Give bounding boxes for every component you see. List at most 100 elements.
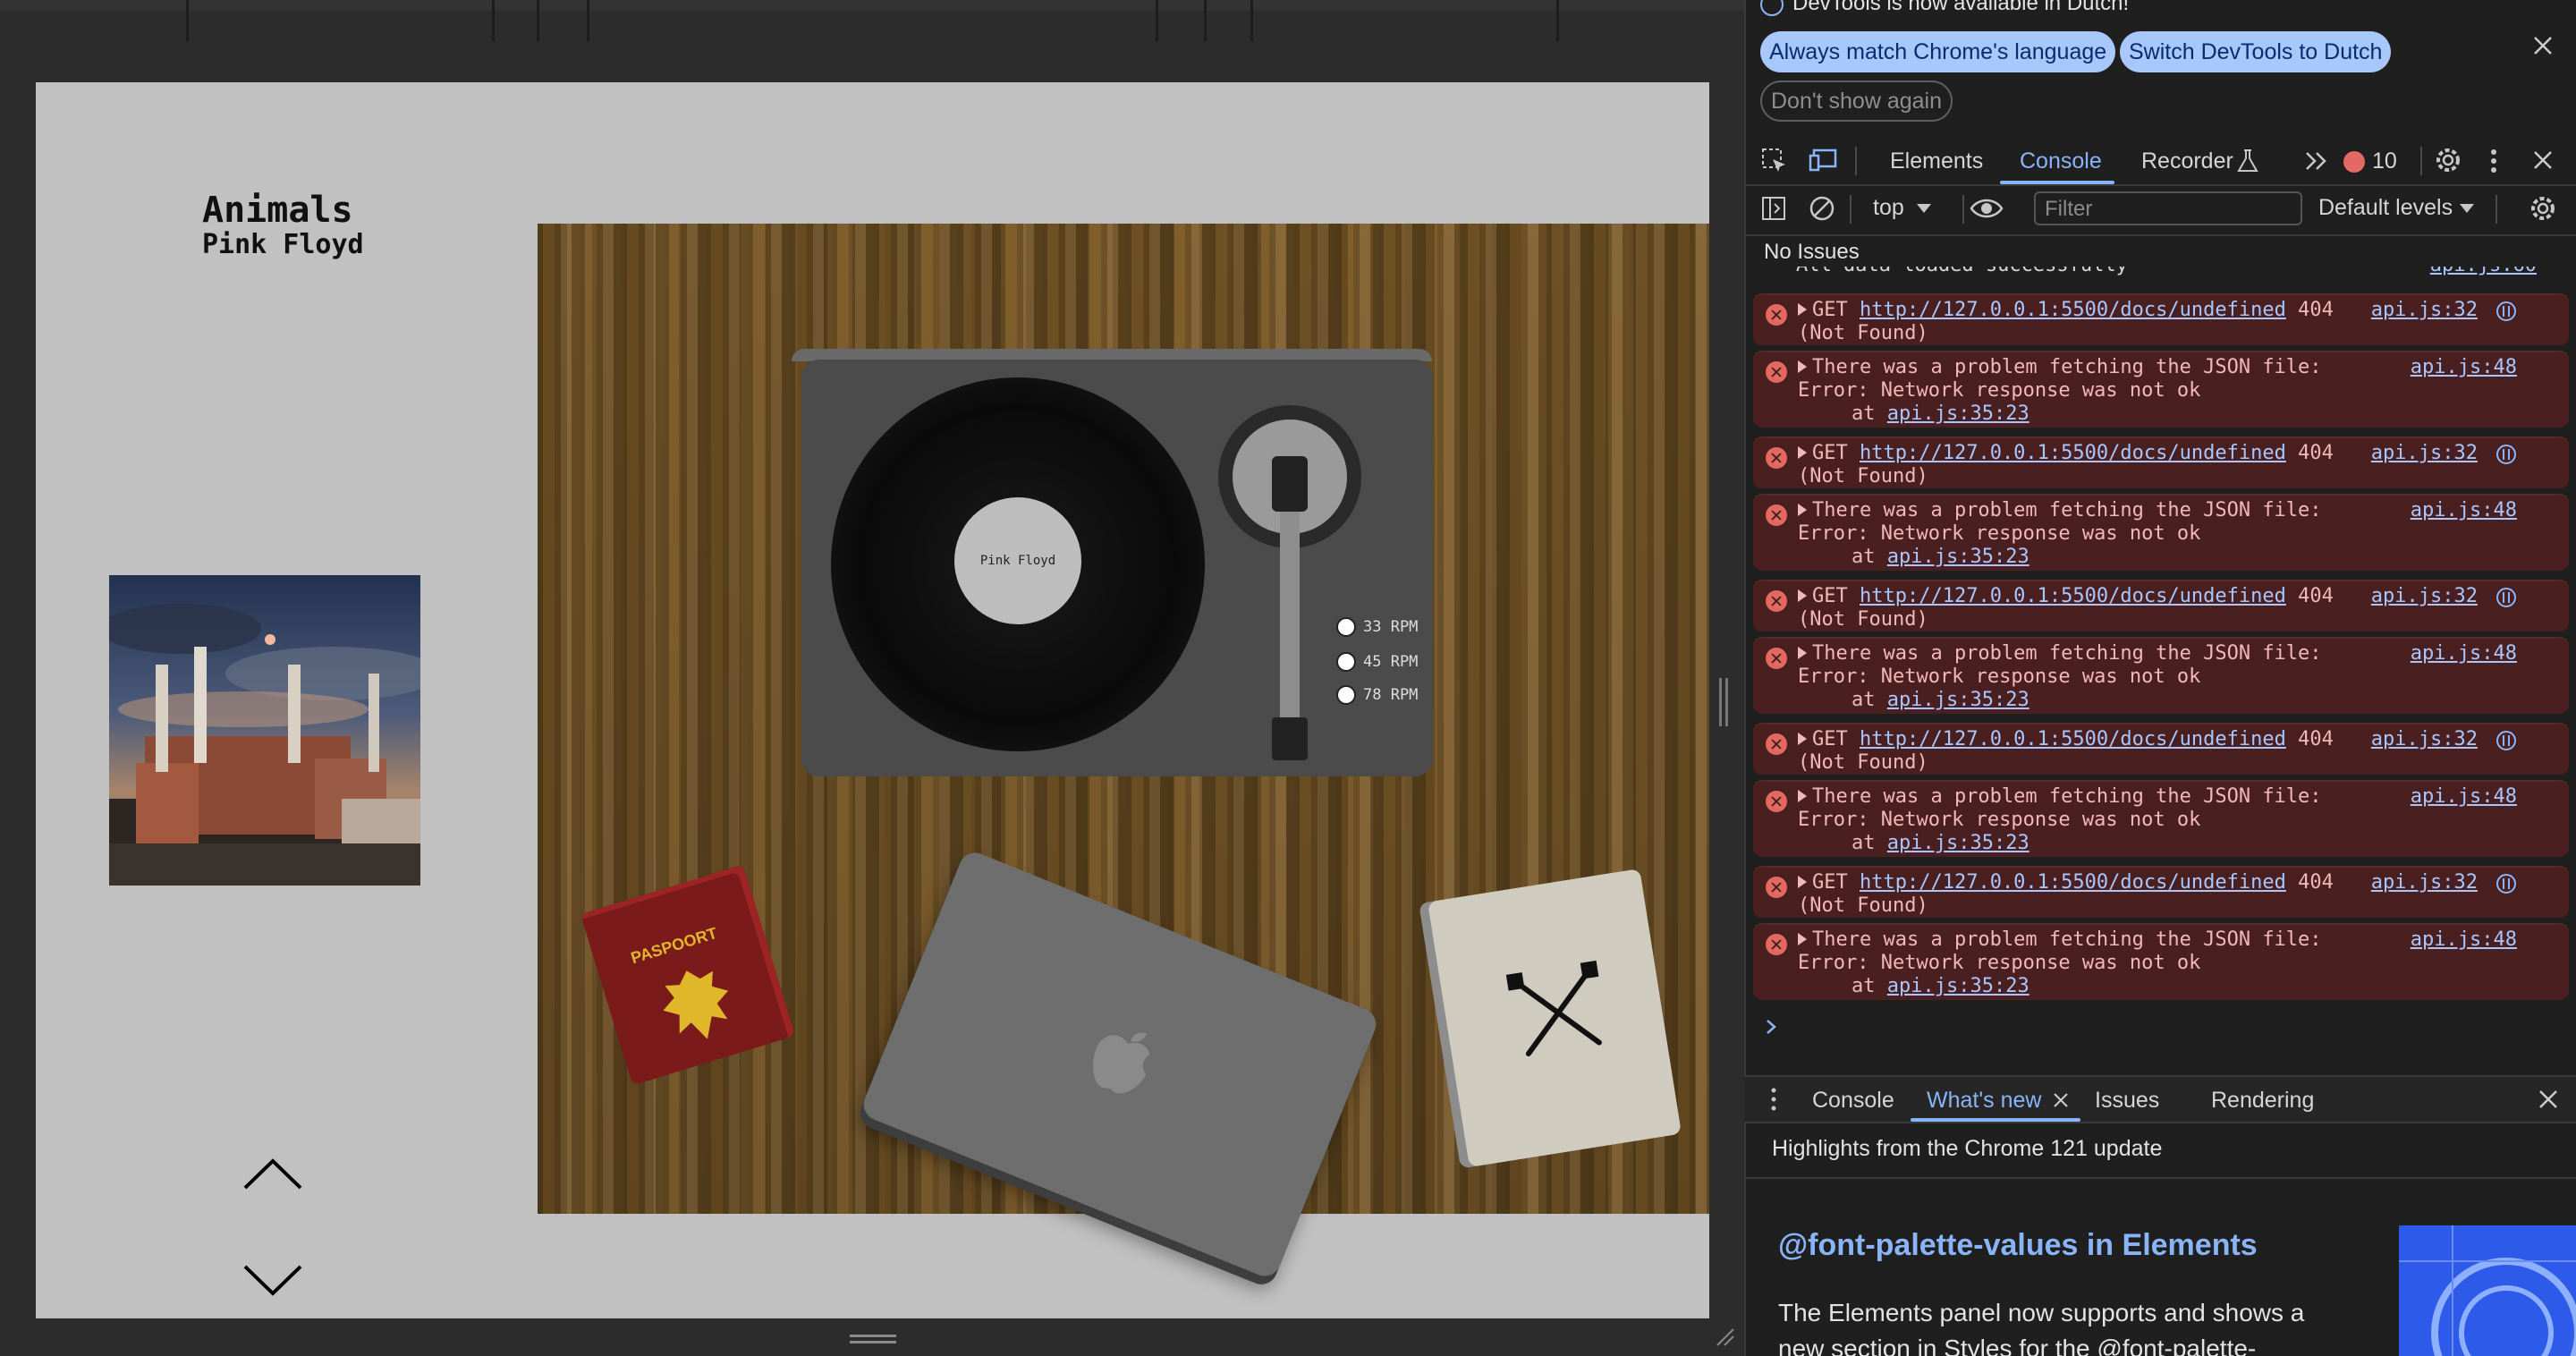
vertical-resize-handle[interactable]	[1717, 678, 1730, 726]
coat-of-arms-icon	[663, 970, 729, 1039]
rpm-option-78[interactable]: 78 RPM	[1336, 685, 1418, 705]
drawer-tab-rendering[interactable]: Rendering	[2211, 1088, 2314, 1114]
chevron-down-icon[interactable]	[242, 1263, 304, 1299]
console-error-fetch[interactable]: There was a problem fetching the JSON fi…	[1753, 494, 2569, 571]
expand-triangle-icon[interactable]	[1798, 876, 1807, 888]
info-icon	[1760, 0, 1784, 16]
expand-triangle-icon[interactable]	[1798, 589, 1807, 602]
crossed-pencils-icon	[1505, 960, 1602, 1057]
console-error-fetch[interactable]: There was a problem fetching the JSON fi…	[1753, 923, 2569, 1000]
drawer-menu-icon[interactable]	[1767, 1086, 1780, 1113]
tonearm[interactable]	[1280, 483, 1300, 742]
whats-new-feature-title[interactable]: @font-palette-values in Elements	[1778, 1228, 2258, 1263]
rpm-option-45[interactable]: 45 RPM	[1336, 652, 1418, 672]
close-banner-icon[interactable]	[2531, 34, 2555, 57]
network-request-icon[interactable]	[2496, 301, 2517, 322]
always-match-language-button[interactable]: Always match Chrome's language	[1760, 31, 2116, 72]
device-toolbar-icon[interactable]	[1809, 147, 1839, 175]
live-expression-eye-icon[interactable]	[1970, 195, 2004, 222]
error-icon	[1766, 791, 1787, 812]
whats-new-feature-image[interactable]	[2399, 1225, 2576, 1356]
expand-triangle-icon[interactable]	[1798, 790, 1807, 802]
expand-triangle-icon[interactable]	[1798, 360, 1807, 373]
record-label: Pink Floyd	[954, 497, 1081, 624]
whats-new-heading: Highlights from the Chrome 121 update	[1772, 1136, 2163, 1161]
chevron-up-icon[interactable]	[242, 1156, 304, 1191]
album-artist: Pink Floyd	[202, 229, 364, 260]
kebab-menu-icon[interactable]	[2483, 147, 2504, 175]
expand-triangle-icon[interactable]	[1798, 733, 1807, 745]
error-icon	[1766, 304, 1787, 326]
console-error-get[interactable]: GET http://127.0.0.1:5500/docs/undefined…	[1753, 723, 2569, 775]
notebook[interactable]	[1428, 869, 1682, 1167]
radio-icon[interactable]	[1336, 617, 1356, 637]
ruler-tick	[587, 0, 589, 41]
error-icon	[1766, 877, 1787, 898]
expand-triangle-icon[interactable]	[1798, 303, 1807, 316]
tab-recorder[interactable]: Recorder	[2141, 148, 2233, 174]
close-devtools-icon[interactable]	[2531, 148, 2555, 172]
rpm-option-33[interactable]: 33 RPM	[1336, 617, 1418, 637]
error-icon	[2343, 150, 2365, 173]
error-count-badge[interactable]: 10	[2343, 148, 2397, 174]
network-request-icon[interactable]	[2496, 873, 2517, 894]
radio-icon[interactable]	[1336, 652, 1356, 672]
error-icon	[1766, 648, 1787, 669]
console-error-fetch[interactable]: There was a problem fetching the JSON fi…	[1753, 780, 2569, 857]
switch-to-dutch-button[interactable]: Switch DevTools to Dutch	[2120, 31, 2392, 72]
error-icon	[1766, 934, 1787, 955]
network-request-icon[interactable]	[2496, 444, 2517, 465]
tonearm-cartridge	[1272, 717, 1308, 760]
expand-triangle-icon[interactable]	[1798, 933, 1807, 945]
console-filter-input[interactable]: Filter	[2034, 191, 2302, 225]
album-title: Animals	[202, 190, 353, 231]
console-error-get[interactable]: GET http://127.0.0.1:5500/docs/undefined…	[1753, 866, 2569, 918]
sidebar-toggle-icon[interactable]	[1760, 195, 1787, 222]
console-error-fetch[interactable]: There was a problem fetching the JSON fi…	[1753, 351, 2569, 428]
console-message-info: All data loaded successfully api.js:60	[1796, 267, 2565, 276]
browser-viewport: Animals Pink Floyd Pink Floyd 33 RPM 45 …	[0, 0, 1744, 1356]
network-request-icon[interactable]	[2496, 730, 2517, 751]
expand-triangle-icon[interactable]	[1798, 504, 1807, 516]
apple-logo-icon	[1093, 1032, 1150, 1094]
horizontal-resize-handle[interactable]	[850, 1335, 896, 1345]
no-issues-label[interactable]: No Issues	[1764, 240, 1860, 265]
expand-triangle-icon[interactable]	[1798, 647, 1807, 659]
settings-gear-icon[interactable]	[2433, 145, 2463, 175]
ruler-tick	[186, 0, 189, 41]
dont-show-again-button[interactable]: Don't show again	[1760, 81, 1953, 122]
network-request-icon[interactable]	[2496, 587, 2517, 608]
drawer-tab-issues[interactable]: Issues	[2095, 1088, 2159, 1114]
dropdown-triangle-icon	[1916, 203, 1931, 213]
whats-new-feature-body: The Elements panel now supports and show…	[1778, 1299, 2305, 1356]
close-tab-icon[interactable]	[2052, 1091, 2070, 1109]
console-prompt-icon[interactable]	[1766, 1018, 1778, 1036]
language-banner: DevTools is now available in Dutch!	[1760, 0, 2129, 16]
console-settings-gear-icon[interactable]	[2528, 193, 2558, 224]
expand-triangle-icon[interactable]	[1798, 446, 1807, 459]
error-icon	[1766, 361, 1787, 383]
error-icon	[1766, 447, 1787, 469]
tonearm-head	[1272, 456, 1308, 512]
log-levels-dropdown[interactable]: Default levels	[2318, 195, 2475, 221]
drawer-tab-console[interactable]: Console	[1812, 1088, 1894, 1114]
console-error-fetch[interactable]: There was a problem fetching the JSON fi…	[1753, 637, 2569, 714]
clear-console-icon[interactable]	[1809, 195, 1835, 222]
drawer-tab-whats-new[interactable]: What's new	[1927, 1088, 2041, 1114]
console-error-get[interactable]: GET http://127.0.0.1:5500/docs/undefined…	[1753, 580, 2569, 631]
radio-icon[interactable]	[1336, 685, 1356, 705]
tab-console[interactable]: Console	[2020, 148, 2102, 174]
context-selector[interactable]: top	[1873, 195, 1931, 221]
close-drawer-icon[interactable]	[2537, 1088, 2560, 1111]
resize-corner-icon[interactable]	[1716, 1327, 1735, 1347]
error-icon	[1766, 590, 1787, 612]
console-error-get[interactable]: GET http://127.0.0.1:5500/docs/undefined…	[1753, 436, 2569, 488]
ruler-tick	[492, 0, 495, 41]
console-error-get[interactable]: GET http://127.0.0.1:5500/docs/undefined…	[1753, 293, 2569, 345]
album-cover-image[interactable]	[109, 575, 420, 886]
ruler-tick	[1156, 0, 1158, 41]
ruler-tick	[537, 0, 539, 41]
inspect-element-icon[interactable]	[1760, 147, 1789, 175]
more-tabs-icon[interactable]	[2304, 150, 2329, 172]
tab-elements[interactable]: Elements	[1890, 148, 1983, 174]
